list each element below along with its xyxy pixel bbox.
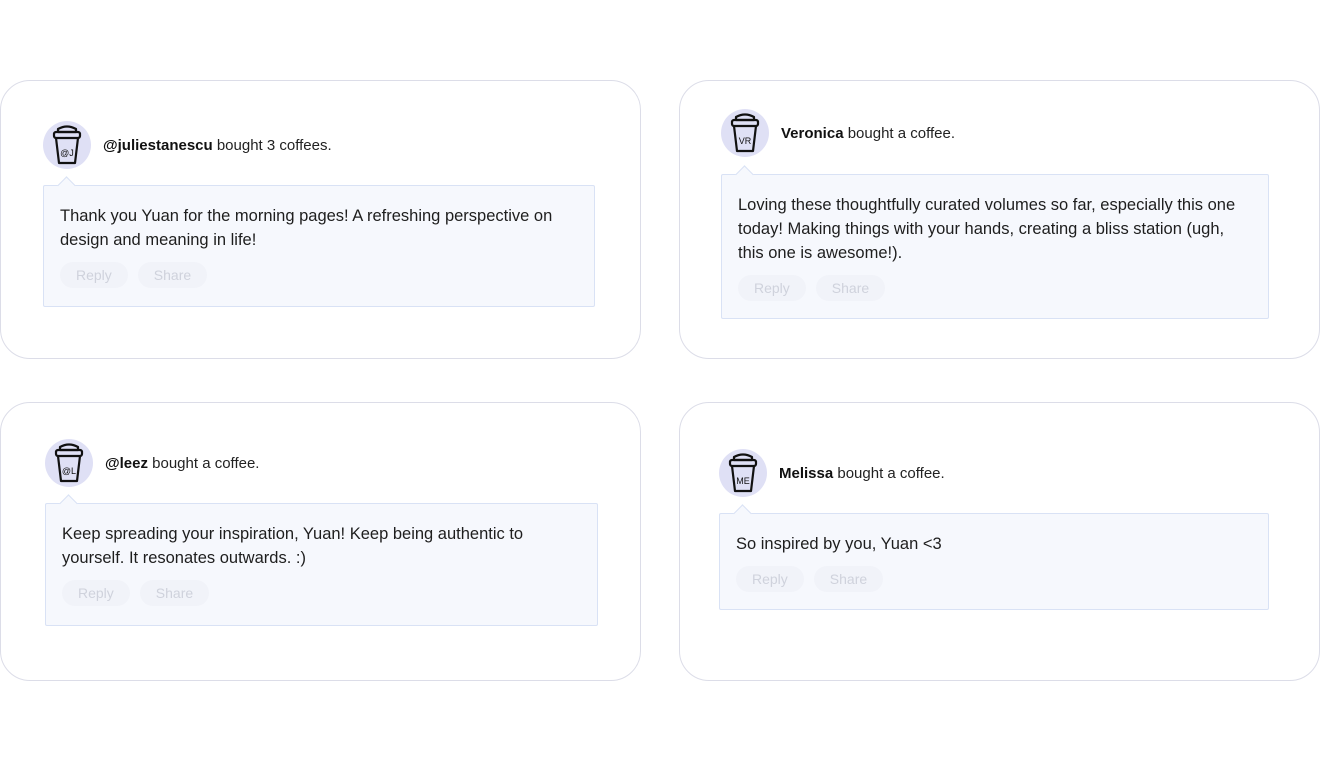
reply-button[interactable]: Reply [60,262,128,288]
svg-text:ME: ME [736,476,750,486]
reply-button[interactable]: Reply [736,566,804,592]
message-actions: Reply Share [60,262,578,288]
supporter-name[interactable]: @leez [105,455,148,472]
supporter-header: @L @leez bought a coffee. [45,439,259,487]
message-actions: Reply Share [62,580,581,606]
supporter-card: ME Melissa bought a coffee. So inspired … [679,402,1320,681]
coffee-cup-icon: ME [728,453,758,493]
supporter-action: bought a coffee. [833,464,945,482]
supporter-card: VR Veronica bought a coffee. Loving thes… [679,80,1320,359]
supporter-name[interactable]: Veronica [781,125,844,142]
supporter-card: @L @leez bought a coffee. Keep spreading… [0,402,641,681]
reply-button[interactable]: Reply [738,275,806,301]
share-button[interactable]: Share [815,275,886,301]
supporter-headline: Veronica bought a coffee. [781,125,955,142]
svg-text:@J: @J [60,148,74,158]
supporter-message: Thank you Yuan for the morning pages! A … [60,207,553,249]
message-bubble: Loving these thoughtfully curated volume… [721,174,1269,319]
avatar: VR [721,109,769,157]
coffee-cup-icon: VR [730,113,760,153]
message-bubble: So inspired by you, Yuan <3 Reply Share [719,513,1269,610]
supporter-name[interactable]: Melissa [779,465,833,482]
supporter-message: Keep spreading your inspiration, Yuan! K… [62,525,524,567]
supporter-action: bought a coffee. [147,454,260,472]
supporter-header: VR Veronica bought a coffee. [721,109,955,157]
svg-text:VR: VR [739,136,752,146]
avatar: @J [43,121,91,169]
coffee-cup-icon: @J [52,125,82,165]
supporter-headline: @leez bought a coffee. [105,455,259,472]
supporter-action: bought a coffee. [843,124,956,142]
supporter-header: ME Melissa bought a coffee. [719,449,945,497]
message-bubble: Thank you Yuan for the morning pages! A … [43,185,595,307]
message-actions: Reply Share [738,275,1252,301]
avatar: ME [719,449,767,497]
supporter-action: bought 3 coffees. [212,136,332,154]
supporters-feed: @J @juliestanescu bought 3 coffees. Than… [0,0,1320,758]
supporter-message: Loving these thoughtfully curated volume… [738,196,1236,262]
svg-text:@L: @L [62,466,76,476]
supporter-card: @J @juliestanescu bought 3 coffees. Than… [0,80,641,359]
avatar: @L [45,439,93,487]
message-actions: Reply Share [736,566,1252,592]
share-button[interactable]: Share [139,580,210,606]
supporter-headline: @juliestanescu bought 3 coffees. [103,137,332,154]
supporter-message: So inspired by you, Yuan <3 [736,535,942,553]
supporter-headline: Melissa bought a coffee. [779,465,945,482]
supporter-name[interactable]: @juliestanescu [103,137,213,154]
message-bubble: Keep spreading your inspiration, Yuan! K… [45,503,598,626]
supporter-header: @J @juliestanescu bought 3 coffees. [43,121,332,169]
coffee-cup-icon: @L [54,443,84,483]
share-button[interactable]: Share [137,262,208,288]
share-button[interactable]: Share [813,566,884,592]
reply-button[interactable]: Reply [62,580,130,606]
